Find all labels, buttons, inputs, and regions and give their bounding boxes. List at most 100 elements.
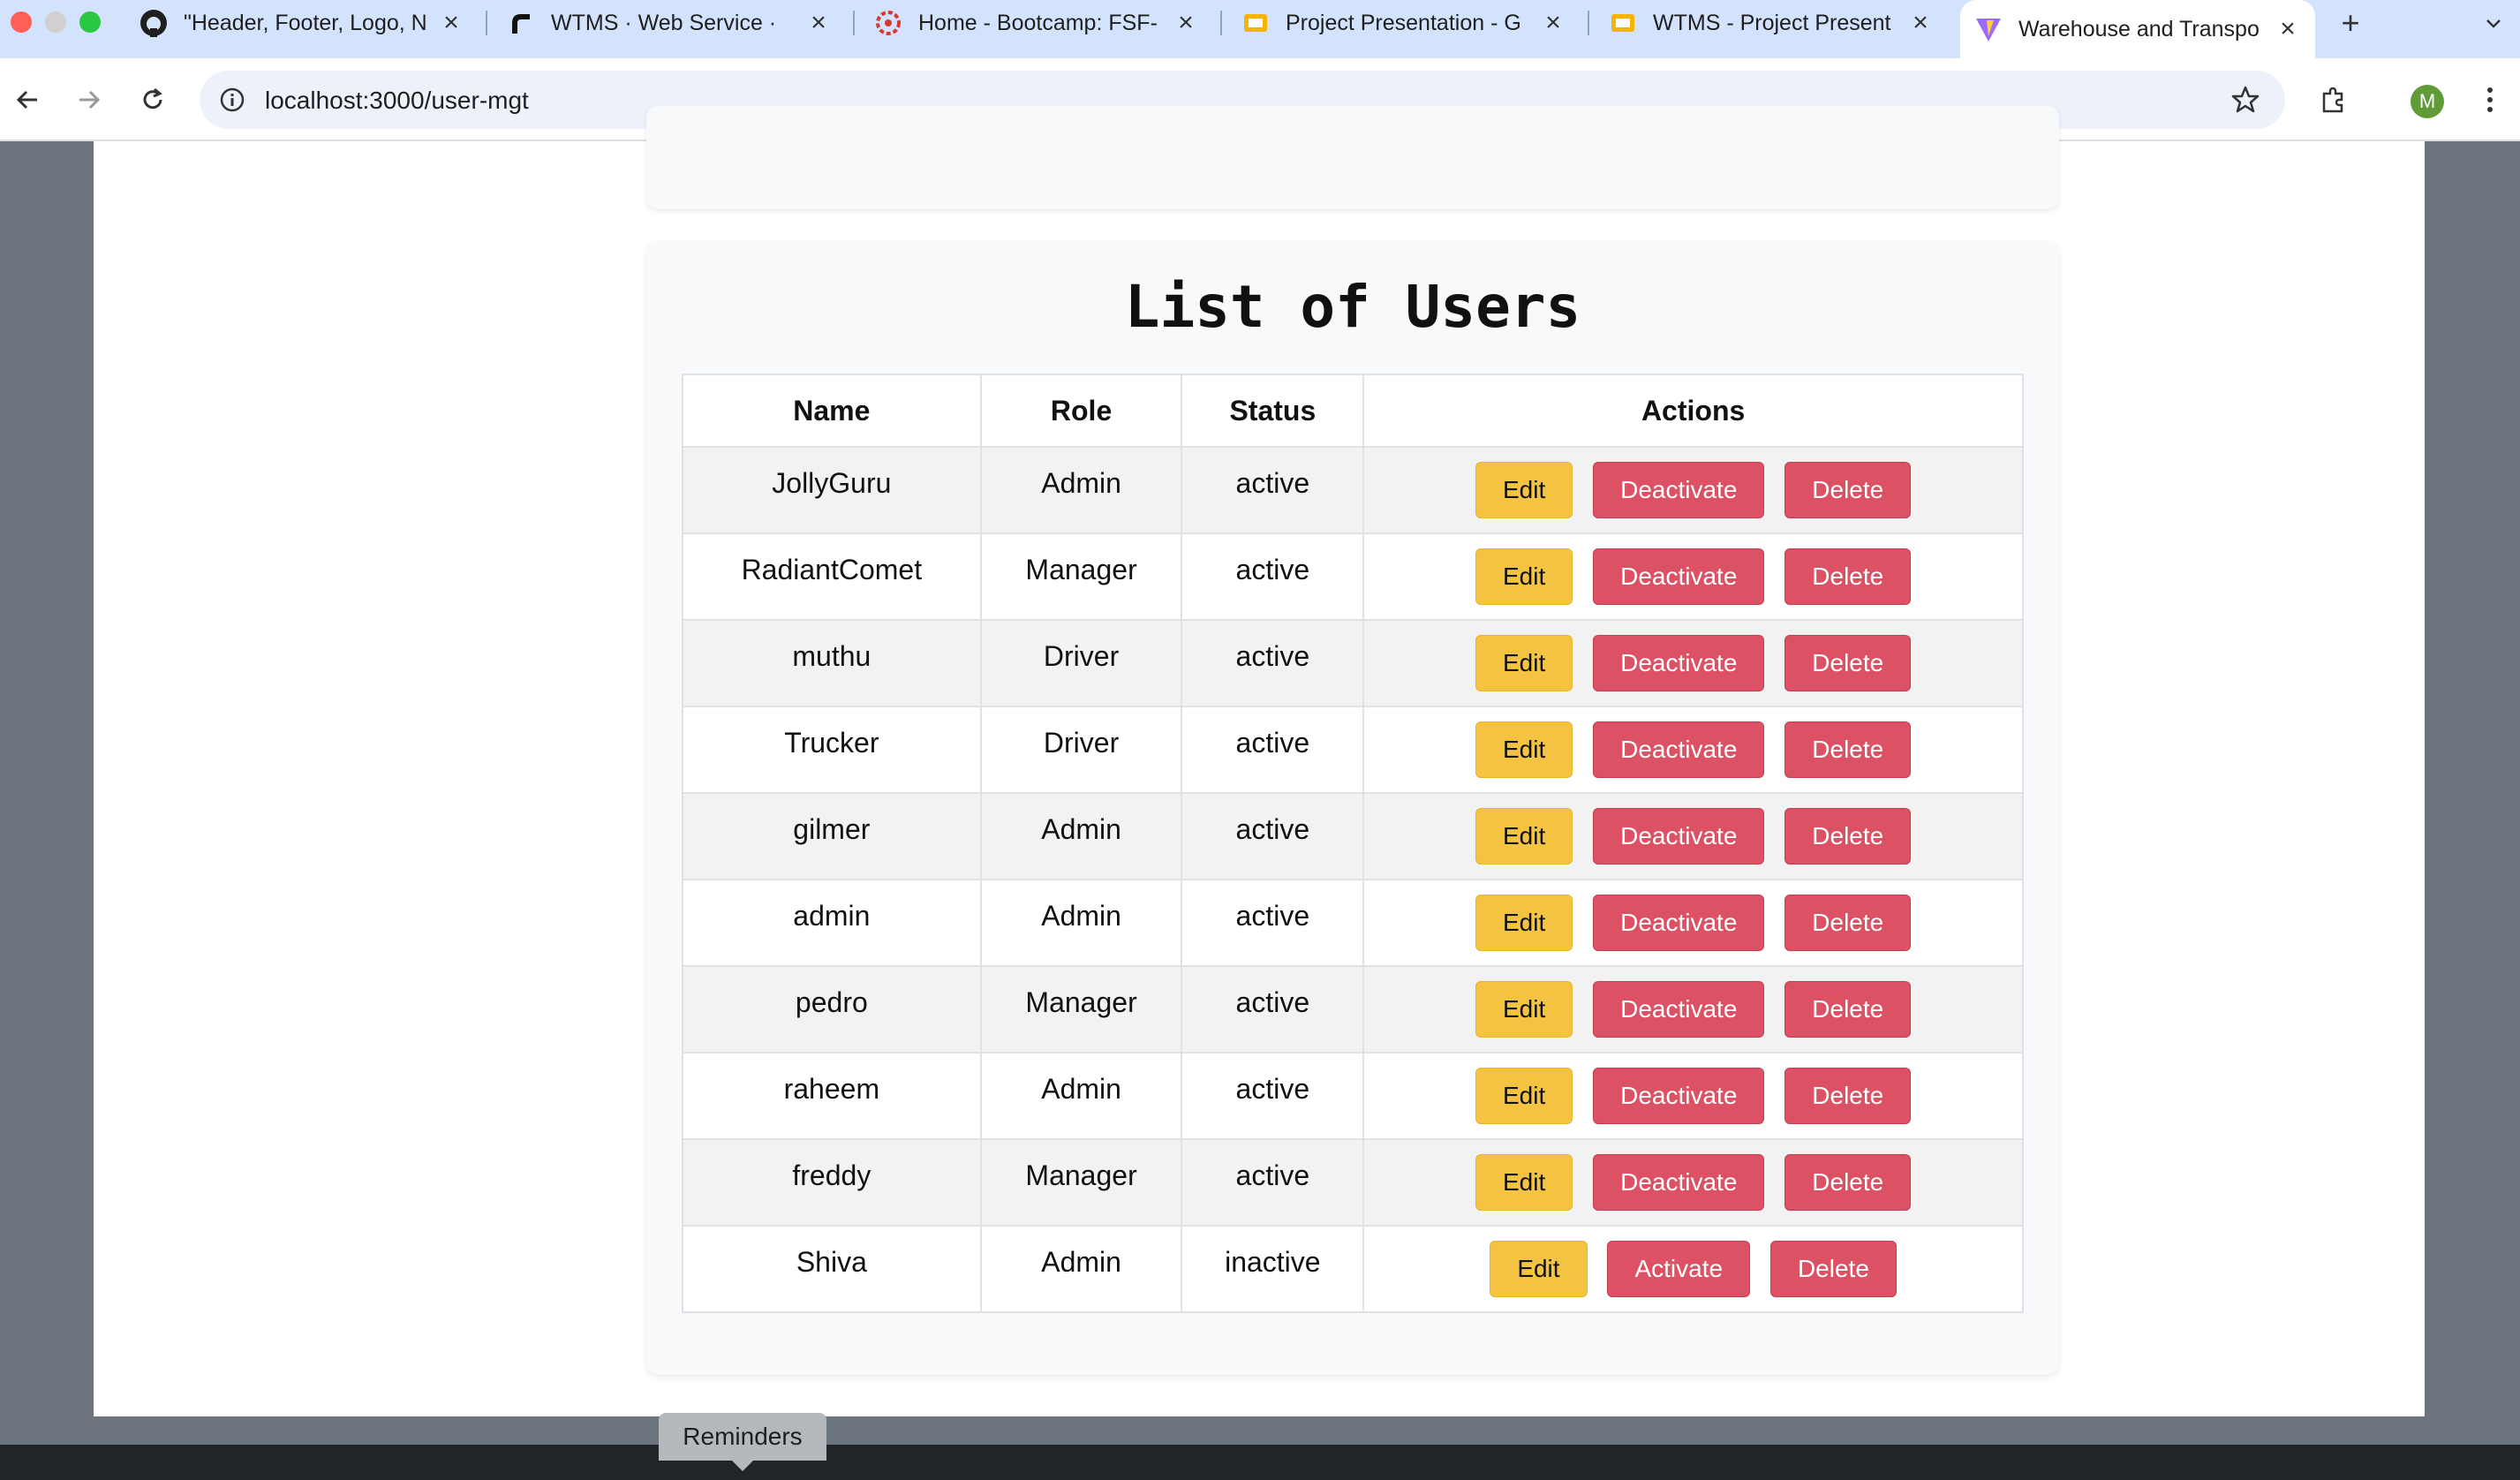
- extensions-button[interactable]: [2312, 78, 2356, 122]
- user-status: active: [1181, 965, 1365, 1053]
- users-table: Name Role Status Actions JollyGuru Admin…: [682, 374, 2024, 1313]
- delete-button[interactable]: Delete: [1784, 548, 1912, 605]
- user-role: Admin: [979, 446, 1183, 534]
- puzzle-icon: [2322, 87, 2343, 113]
- close-icon[interactable]: ×: [805, 8, 832, 38]
- user-status: active: [1181, 619, 1365, 707]
- user-name: raheem: [682, 1052, 982, 1140]
- browser-tab-active[interactable]: Warehouse and Transpo ×: [1960, 0, 2315, 58]
- previous-card: [646, 106, 2059, 209]
- delete-button[interactable]: Delete: [1784, 808, 1912, 865]
- activate-button[interactable]: Activate: [1607, 1241, 1751, 1297]
- deactivate-button[interactable]: Deactivate: [1593, 635, 1765, 691]
- user-status: active: [1181, 446, 1365, 534]
- edit-button[interactable]: Edit: [1475, 1068, 1573, 1124]
- reload-icon: [143, 87, 162, 109]
- reminders-tooltip[interactable]: Reminders: [659, 1413, 826, 1461]
- browser-tab[interactable]: Project Presentation - G ×: [1227, 0, 1581, 46]
- edit-button[interactable]: Edit: [1475, 635, 1573, 691]
- users-card: List of Users Name Role Status Actions J…: [646, 241, 2059, 1375]
- close-icon[interactable]: ×: [438, 8, 464, 38]
- browser-tab[interactable]: WTMS - Project Present ×: [1595, 0, 1948, 46]
- reload-button[interactable]: [131, 78, 175, 122]
- delete-button[interactable]: Delete: [1784, 981, 1912, 1038]
- chevron-down-icon: [2486, 19, 2501, 28]
- close-icon[interactable]: ×: [1907, 8, 1934, 38]
- deactivate-button[interactable]: Deactivate: [1593, 895, 1765, 951]
- deactivate-button[interactable]: Deactivate: [1593, 548, 1765, 605]
- delete-button[interactable]: Delete: [1769, 1241, 1897, 1297]
- kebab-menu-icon: [2487, 87, 2493, 112]
- new-tab-button[interactable]: +: [2331, 0, 2370, 46]
- user-role: Admin: [979, 1225, 1183, 1313]
- user-status: active: [1181, 879, 1365, 967]
- table-row: Shiva Admin inactive Edit Activate Delet…: [682, 1225, 2024, 1313]
- deactivate-button[interactable]: Deactivate: [1593, 981, 1765, 1038]
- edit-button[interactable]: Edit: [1475, 895, 1573, 951]
- browser-tab[interactable]: Home - Bootcamp: FSF- ×: [860, 0, 1213, 46]
- edit-button[interactable]: Edit: [1490, 1241, 1588, 1297]
- url-text[interactable]: localhost:3000/user-mgt: [265, 87, 529, 115]
- user-role: Admin: [979, 1052, 1183, 1140]
- deactivate-button[interactable]: Deactivate: [1593, 1154, 1765, 1211]
- user-actions: Edit Deactivate Delete: [1362, 446, 2024, 534]
- edit-button[interactable]: Edit: [1475, 1154, 1573, 1211]
- delete-button[interactable]: Delete: [1784, 462, 1912, 518]
- close-icon[interactable]: ×: [2275, 14, 2301, 44]
- user-name: muthu: [682, 619, 982, 707]
- browser-menu-button[interactable]: [2472, 78, 2508, 122]
- deactivate-button[interactable]: Deactivate: [1593, 808, 1765, 865]
- user-role: Driver: [979, 706, 1183, 794]
- tab-divider: [1588, 11, 1589, 35]
- edit-button[interactable]: Edit: [1475, 462, 1573, 518]
- forward-button[interactable]: [67, 78, 111, 122]
- vite-icon: [1974, 15, 2003, 43]
- user-role: Driver: [979, 619, 1183, 707]
- edit-button[interactable]: Edit: [1475, 721, 1573, 778]
- user-actions: Edit Deactivate Delete: [1362, 1052, 2024, 1140]
- user-status: active: [1181, 1138, 1365, 1227]
- deactivate-button[interactable]: Deactivate: [1593, 462, 1765, 518]
- table-row: raheem Admin active Edit Deactivate Dele…: [682, 1052, 2024, 1140]
- browser-tab[interactable]: "Header, Footer, Logo, N ×: [125, 0, 479, 46]
- table-row: muthu Driver active Edit Deactivate Dele…: [682, 619, 2024, 707]
- bookmark-star-icon[interactable]: [2229, 83, 2262, 117]
- delete-button[interactable]: Delete: [1784, 895, 1912, 951]
- delete-button[interactable]: Delete: [1784, 1068, 1912, 1124]
- window-zoom-control[interactable]: [79, 11, 101, 33]
- user-role: Admin: [979, 792, 1183, 880]
- tab-search-button[interactable]: [2476, 0, 2511, 46]
- window-minimize-control[interactable]: [45, 11, 66, 33]
- profile-avatar[interactable]: M: [2411, 85, 2444, 118]
- user-status: active: [1181, 706, 1365, 794]
- deactivate-button[interactable]: Deactivate: [1593, 721, 1765, 778]
- edit-button[interactable]: Edit: [1475, 548, 1573, 605]
- tab-divider: [853, 11, 855, 35]
- close-icon[interactable]: ×: [1173, 8, 1199, 38]
- close-icon[interactable]: ×: [1540, 8, 1566, 38]
- back-button[interactable]: [5, 78, 49, 122]
- page-title: List of Users: [1124, 273, 1581, 341]
- site-info-icon[interactable]: [215, 83, 249, 117]
- tab-title: "Header, Footer, Logo, N: [184, 10, 427, 35]
- tab-divider: [1220, 11, 1222, 35]
- table-row: RadiantComet Manager active Edit Deactiv…: [682, 532, 2024, 621]
- delete-button[interactable]: Delete: [1784, 1154, 1912, 1211]
- tab-title: WTMS · Web Service ·: [551, 10, 777, 35]
- user-name: JollyGuru: [682, 446, 982, 534]
- table-row: gilmer Admin active Edit Deactivate Dele…: [682, 792, 2024, 880]
- user-name: pedro: [682, 965, 982, 1053]
- window-close-control[interactable]: [11, 11, 32, 33]
- table-row: Trucker Driver active Edit Deactivate De…: [682, 706, 2024, 794]
- delete-button[interactable]: Delete: [1784, 635, 1912, 691]
- table-row: admin Admin active Edit Deactivate Delet…: [682, 879, 2024, 967]
- browser-tabstrip: "Header, Footer, Logo, N × WTMS · Web Se…: [0, 0, 2520, 58]
- user-role: Admin: [979, 879, 1183, 967]
- browser-tab[interactable]: WTMS · Web Service · ×: [493, 0, 846, 46]
- edit-button[interactable]: Edit: [1475, 981, 1573, 1038]
- user-name: gilmer: [682, 792, 982, 880]
- forward-arrow-icon: [79, 90, 101, 109]
- delete-button[interactable]: Delete: [1784, 721, 1912, 778]
- deactivate-button[interactable]: Deactivate: [1593, 1068, 1765, 1124]
- edit-button[interactable]: Edit: [1475, 808, 1573, 865]
